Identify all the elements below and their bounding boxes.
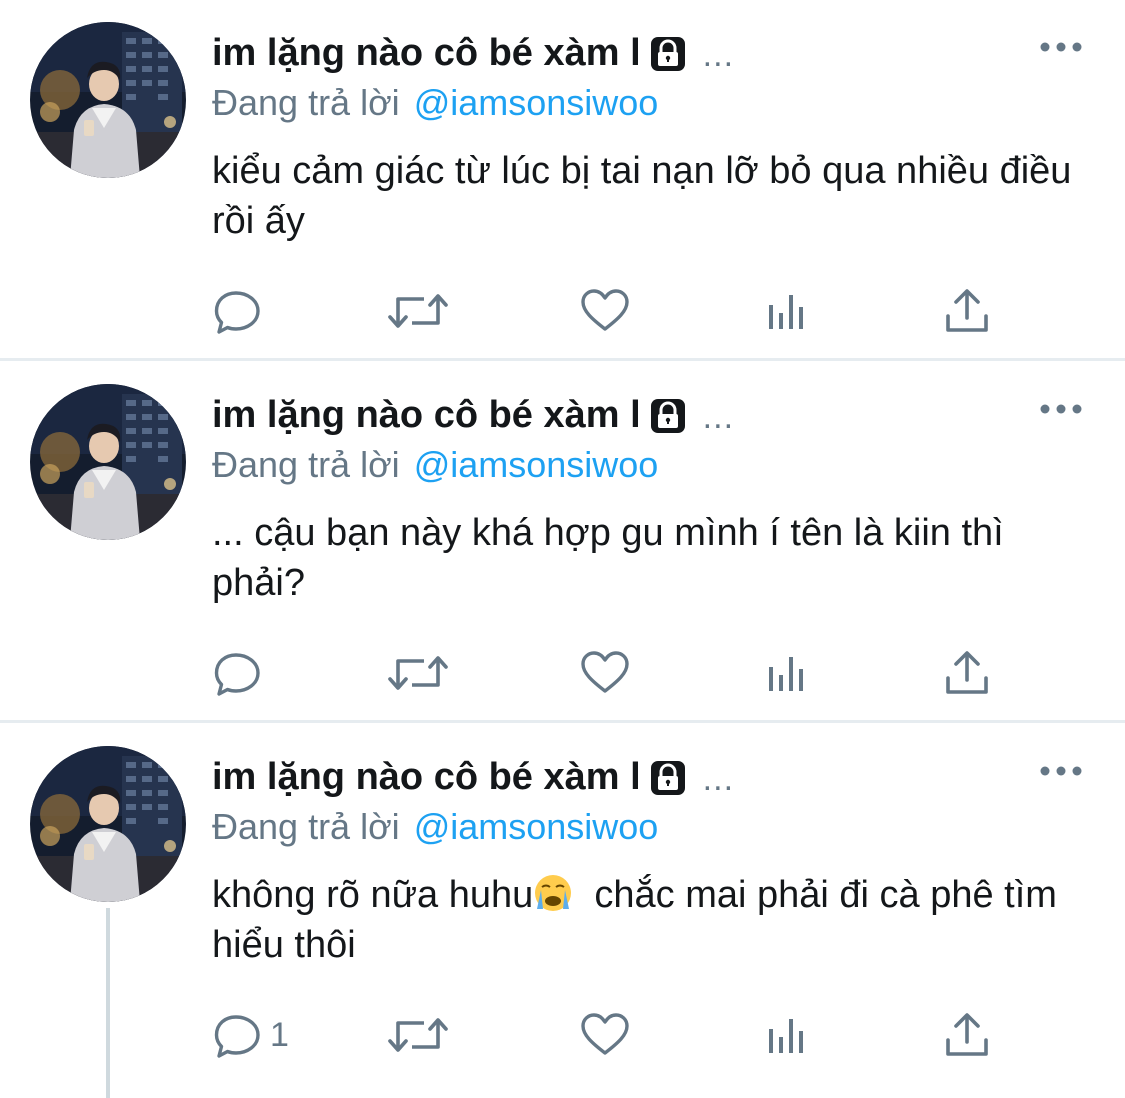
action-bar: 1 bbox=[212, 1010, 1012, 1060]
like-button[interactable] bbox=[580, 286, 630, 336]
share-button[interactable] bbox=[944, 1010, 990, 1060]
display-name[interactable]: im lặng nào cô bé xàm l bbox=[212, 394, 641, 437]
heart-icon bbox=[580, 649, 630, 697]
retweet-icon bbox=[388, 287, 448, 335]
heart-icon bbox=[580, 1011, 630, 1059]
bar-chart-icon bbox=[767, 291, 809, 331]
reply-button[interactable]: 1 bbox=[214, 1010, 289, 1060]
tweet-text-content: ... cậu bạn này khá hợp gu mình í tên là… bbox=[212, 512, 1004, 604]
reply-handle-link[interactable]: @iamsonsiwoo bbox=[414, 82, 659, 124]
analytics-button[interactable] bbox=[767, 1010, 809, 1060]
avatar[interactable] bbox=[30, 384, 186, 540]
reply-prefix: Đang trả lời bbox=[212, 444, 400, 485]
share-icon bbox=[944, 288, 990, 334]
retweet-icon bbox=[388, 649, 448, 697]
share-button[interactable] bbox=[944, 286, 990, 336]
author-row: im lặng nào cô bé xàm l ... bbox=[212, 390, 734, 440]
share-button[interactable] bbox=[944, 648, 990, 698]
loudly-crying-face-icon bbox=[533, 873, 573, 913]
lock-icon bbox=[649, 395, 687, 435]
name-truncation: ... bbox=[702, 397, 735, 436]
display-name[interactable]: im lặng nào cô bé xàm l bbox=[212, 756, 641, 799]
share-icon bbox=[944, 1012, 990, 1058]
action-bar bbox=[212, 286, 1012, 336]
replying-to: Đang trả lời @iamsonsiwoo bbox=[212, 80, 658, 126]
replying-to: Đang trả lời @iamsonsiwoo bbox=[212, 442, 658, 488]
thread-connector-line bbox=[106, 908, 110, 1098]
retweet-icon bbox=[388, 1011, 448, 1059]
reply-count: 1 bbox=[270, 1015, 289, 1054]
divider bbox=[0, 720, 1125, 723]
author-row: im lặng nào cô bé xàm l ... bbox=[212, 752, 734, 802]
reply-icon bbox=[214, 1011, 262, 1059]
bar-chart-icon bbox=[767, 1015, 809, 1055]
heart-icon bbox=[580, 287, 630, 335]
lock-icon bbox=[649, 757, 687, 797]
analytics-button[interactable] bbox=[767, 286, 809, 336]
tweet-text: kiểu cảm giác từ lúc bị tai nạn lỡ bỏ qu… bbox=[212, 146, 1082, 246]
reply-button[interactable] bbox=[214, 286, 270, 336]
analytics-button[interactable] bbox=[767, 648, 809, 698]
retweet-button[interactable] bbox=[388, 286, 448, 336]
like-button[interactable] bbox=[580, 1010, 630, 1060]
tweet-text-content: kiểu cảm giác từ lúc bị tai nạn lỡ bỏ qu… bbox=[212, 150, 1072, 242]
reply-handle-link[interactable]: @iamsonsiwoo bbox=[414, 444, 659, 486]
tweet-2[interactable]: im lặng nào cô bé xàm l ... Đang trả lời… bbox=[0, 362, 1125, 724]
more-options-icon[interactable] bbox=[1039, 402, 1083, 416]
reply-icon bbox=[214, 649, 262, 697]
replying-to: Đang trả lời @iamsonsiwoo bbox=[212, 804, 658, 850]
retweet-button[interactable] bbox=[388, 1010, 448, 1060]
more-options-icon[interactable] bbox=[1039, 40, 1083, 54]
name-truncation: ... bbox=[702, 759, 735, 798]
display-name[interactable]: im lặng nào cô bé xàm l bbox=[212, 32, 641, 75]
bar-chart-icon bbox=[767, 653, 809, 693]
share-icon bbox=[944, 650, 990, 696]
reply-prefix: Đang trả lời bbox=[212, 82, 400, 123]
retweet-button[interactable] bbox=[388, 648, 448, 698]
avatar[interactable] bbox=[30, 22, 186, 178]
reply-button[interactable] bbox=[214, 648, 270, 698]
divider bbox=[0, 358, 1125, 361]
like-button[interactable] bbox=[580, 648, 630, 698]
reply-icon bbox=[214, 287, 262, 335]
name-truncation: ... bbox=[702, 35, 735, 74]
tweet-3[interactable]: im lặng nào cô bé xàm l ... Đang trả lời… bbox=[0, 724, 1125, 1098]
more-options-icon[interactable] bbox=[1039, 764, 1083, 778]
tweet-1[interactable]: im lặng nào cô bé xàm l ... Đang trả lời… bbox=[0, 0, 1125, 362]
tweet-text: ... cậu bạn này khá hợp gu mình í tên là… bbox=[212, 508, 1082, 608]
avatar[interactable] bbox=[30, 746, 186, 902]
author-row: im lặng nào cô bé xàm l ... bbox=[212, 28, 734, 78]
tweet-text: không rõ nữa huhu chắc mai phải đi cà ph… bbox=[212, 870, 1082, 970]
lock-icon bbox=[649, 33, 687, 73]
action-bar bbox=[212, 648, 1012, 698]
tweet-text-content: không rõ nữa huhu bbox=[212, 874, 534, 916]
reply-prefix: Đang trả lời bbox=[212, 806, 400, 847]
reply-handle-link[interactable]: @iamsonsiwoo bbox=[414, 806, 659, 848]
